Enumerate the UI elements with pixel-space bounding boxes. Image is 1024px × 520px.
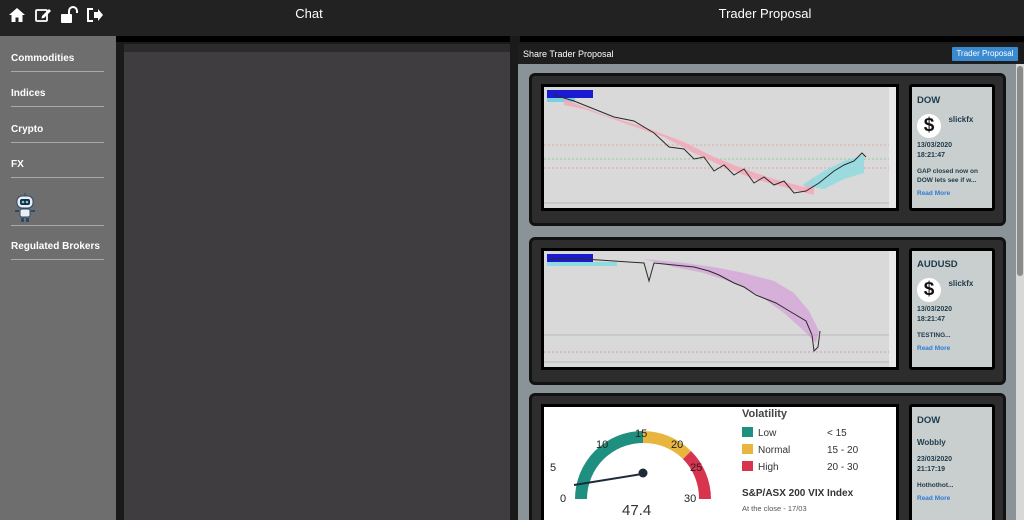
proposal-time: 18:21:47 xyxy=(917,152,946,159)
proposal-card[interactable]: 0 5 10 15 20 25 30 47.4 Volatility Low <… xyxy=(529,393,1006,520)
gauge-tick-15: 15 xyxy=(635,428,647,440)
index-name: S&P/ASX 200 VIX Index xyxy=(742,488,854,499)
legend-low: Low xyxy=(758,428,777,439)
gauge-tick-5: 5 xyxy=(550,462,556,474)
share-proposal-label: Share Trader Proposal xyxy=(523,49,614,59)
sidebar-item-regulated-brokers[interactable]: Regulated Brokers xyxy=(11,241,104,260)
user-row: $ slickfx xyxy=(917,114,987,138)
gauge-tick-30: 30 xyxy=(684,493,696,505)
legend-normal-range: 15 - 20 xyxy=(827,445,859,456)
read-more-link[interactable]: Read More xyxy=(917,495,987,502)
header-divider xyxy=(116,36,1024,42)
legend-high-range: 20 - 30 xyxy=(827,462,859,473)
robot-icon[interactable] xyxy=(12,193,38,223)
proposal-info: DOW Wobbly 23/03/2020 21:17:19 Hothothot… xyxy=(909,404,995,520)
legend-title: Volatility xyxy=(742,408,788,420)
top-bar: Chat Trader Proposal xyxy=(0,0,1024,36)
edit-icon[interactable] xyxy=(34,6,52,24)
proposal-chart-image[interactable] xyxy=(541,248,899,370)
home-icon[interactable] xyxy=(8,6,26,24)
gauge-tick-0: 0 xyxy=(560,493,566,505)
proposal-symbol: DOW xyxy=(917,415,941,426)
proposal-date: 13/03/2020 xyxy=(917,306,953,313)
read-more-link[interactable]: Read More xyxy=(917,190,987,197)
legend-swatch-low xyxy=(742,427,753,437)
volatility-gauge: 0 5 10 15 20 25 30 47.4 Volatility Low <… xyxy=(544,407,896,520)
proposal-date: 13/03/2020 xyxy=(917,142,953,149)
chat-header-strip xyxy=(124,44,510,52)
proposal-header: Share Trader Proposal Trader Proposal xyxy=(518,44,1020,64)
chat-panel xyxy=(124,52,510,520)
scroll-thumb[interactable] xyxy=(1017,66,1023,276)
proposal-time: 18:21:47 xyxy=(917,316,946,323)
proposal-text: Hothothot... xyxy=(917,482,954,489)
proposal-text: GAP closed now on DOW lets see if w... xyxy=(917,168,978,184)
proposal-user[interactable]: Wobbly xyxy=(917,438,987,447)
legend-low-range: < 15 xyxy=(827,428,847,439)
read-more-link[interactable]: Read More xyxy=(917,345,987,352)
gauge-tick-20: 20 xyxy=(671,439,683,451)
close-note: At the close - 17/03 xyxy=(742,504,807,513)
proposal-symbol: DOW xyxy=(917,95,941,106)
sidebar-item-crypto[interactable]: Crypto xyxy=(11,124,104,143)
proposal-time: 21:17:19 xyxy=(917,466,946,473)
trader-proposal-button[interactable]: Trader Proposal xyxy=(952,47,1018,61)
proposal-date: 23/03/2020 xyxy=(917,456,953,463)
user-row: $ slickfx xyxy=(917,278,987,302)
legend-normal: Normal xyxy=(758,445,790,456)
sidebar-item-fx[interactable]: FX xyxy=(11,159,104,178)
chat-title: Chat xyxy=(295,6,323,21)
proposal-text: TESTING... xyxy=(917,332,951,339)
proposal-card[interactable]: DOW $ slickfx 13/03/2020 18:21:47 GAP cl… xyxy=(529,73,1006,226)
proposal-scrollbar[interactable] xyxy=(1016,64,1024,520)
sidebar: Commodities Indices Crypto FX Regulated … xyxy=(0,36,116,520)
gauge-tick-10: 10 xyxy=(596,439,608,451)
proposal-symbol: AUDUSD xyxy=(917,259,958,270)
proposal-user[interactable]: slickfx xyxy=(948,279,973,288)
price-chart xyxy=(544,87,896,208)
trader-proposal-title: Trader Proposal xyxy=(718,6,812,21)
unlock-icon[interactable] xyxy=(60,6,78,24)
legend-swatch-high xyxy=(742,461,753,471)
proposal-user[interactable]: slickfx xyxy=(948,115,973,124)
proposal-info: AUDUSD $ slickfx 13/03/2020 18:21:47 TES… xyxy=(909,248,995,370)
gauge-value: 47.4 xyxy=(622,502,651,519)
gauge-tick-25: 25 xyxy=(690,462,702,474)
proposal-chart-image[interactable] xyxy=(541,84,899,211)
dollar-avatar-icon: $ xyxy=(917,278,941,302)
legend-high: High xyxy=(758,462,779,473)
sidebar-divider xyxy=(11,225,104,226)
sidebar-item-indices[interactable]: Indices xyxy=(11,88,104,107)
proposal-list[interactable]: DOW $ slickfx 13/03/2020 18:21:47 GAP cl… xyxy=(518,64,1016,520)
dollar-avatar-icon: $ xyxy=(917,114,941,138)
top-icon-group xyxy=(8,6,104,24)
proposal-info: DOW $ slickfx 13/03/2020 18:21:47 GAP cl… xyxy=(909,84,995,211)
proposal-card[interactable]: AUDUSD $ slickfx 13/03/2020 18:21:47 TES… xyxy=(529,237,1006,385)
sidebar-item-commodities[interactable]: Commodities xyxy=(11,53,104,72)
proposal-chart-image[interactable]: 0 5 10 15 20 25 30 47.4 Volatility Low <… xyxy=(541,404,899,520)
logout-icon[interactable] xyxy=(86,6,104,24)
price-chart xyxy=(544,251,896,367)
legend-swatch-normal xyxy=(742,444,753,454)
